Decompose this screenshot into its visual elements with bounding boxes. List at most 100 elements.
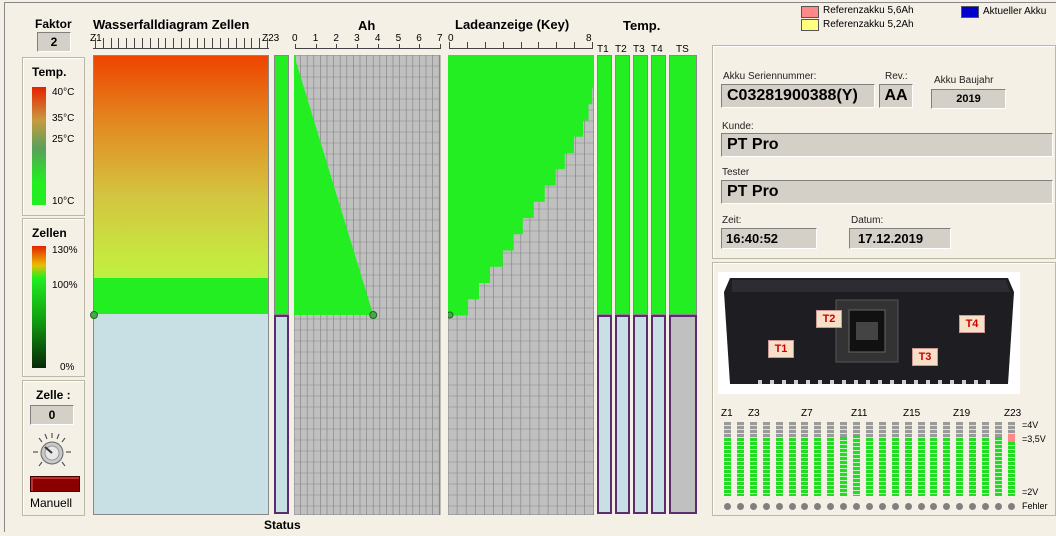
temp-tick-35: 35°C: [52, 113, 75, 124]
waterfall-axis-tick: [227, 38, 229, 48]
key-step-bar: [448, 168, 556, 186]
cell-voltage-bar: [917, 438, 925, 496]
key-step-bar: [448, 201, 534, 218]
waterfall-axis-end: Z23: [262, 33, 280, 44]
voltage-label-2v: =2V: [1022, 487, 1039, 497]
waterfall-axis-tick: [118, 38, 120, 48]
ah-axis-label: 2: [333, 33, 339, 44]
ah-axis-label: 6: [416, 33, 422, 44]
cell-voltage-bar: [994, 436, 1002, 496]
waterfall-temp-region: [94, 56, 268, 281]
zeit-label: Zeit:: [722, 215, 742, 226]
temp-col-bar: [597, 55, 612, 315]
rev-field[interactable]: AA: [879, 84, 913, 108]
key-step-bar: [448, 55, 594, 72]
cell-voltage-bar: [827, 438, 835, 496]
faktor-field[interactable]: 2: [37, 32, 71, 52]
cell-fehler-dot: [724, 503, 731, 510]
key-step-bar: [448, 152, 565, 170]
key-step-bar: [448, 282, 480, 300]
cell-voltage-bar: [736, 438, 744, 496]
waterfall-axis-tick: [181, 38, 182, 48]
temp-col-empty: [615, 315, 630, 514]
key-end-marker: [448, 311, 454, 319]
status-label: Status: [264, 518, 301, 532]
waterfall-axis-tick: [95, 38, 96, 48]
cell-voltage-bar: [762, 438, 770, 496]
cell-fehler-dot: [994, 503, 1002, 510]
cell-voltage-bar: [943, 438, 951, 496]
waterfall-marker-left: [90, 311, 98, 319]
zelle-knob-icon[interactable]: [32, 432, 72, 472]
tester-field[interactable]: PT Pro: [721, 180, 1053, 204]
cell-voltage-bar: [814, 438, 822, 496]
waterfall-axis-tick: [204, 38, 206, 48]
temp-col-bar: [669, 55, 697, 315]
cell-voltage-bar: [969, 438, 977, 496]
key-step-bar: [448, 185, 545, 202]
key-step-bar: [448, 120, 584, 137]
waterfall-axis-line: [93, 48, 269, 49]
key-step-bar: [448, 233, 514, 251]
voltage-label-fehler: Fehler: [1022, 501, 1048, 511]
zelle-field[interactable]: 0: [30, 405, 74, 425]
zellen-gradient-bar: [32, 246, 46, 368]
legend-current-label: Aktueller Akku: [983, 6, 1047, 17]
ladeanzeige-header: Ladeanzeige (Key): [455, 17, 570, 32]
ah-axis-line: [295, 48, 440, 49]
cell-voltage-bar: [982, 438, 989, 496]
cell-voltage-bar: [904, 438, 912, 496]
cell-voltage-bar: [956, 438, 964, 496]
temp-tick-40: 40°C: [52, 87, 75, 98]
battery-image: [718, 272, 1020, 394]
waterfall-axis-tick: [196, 38, 198, 48]
ah-axis-label: 7: [437, 33, 443, 44]
waterfall-axis-tick: [259, 38, 261, 48]
zellen-tick-130: 130%: [52, 245, 78, 256]
year-field[interactable]: 2019: [931, 89, 1006, 109]
cell-fehler-dot: [878, 503, 886, 510]
temp-gradient-bar: [32, 87, 46, 205]
voltage-label-35v: =3,5V: [1022, 434, 1046, 444]
cell-voltage-bar: [853, 435, 860, 496]
waterfall-axis-tick: [141, 38, 143, 48]
temp-col-label: T2: [615, 44, 627, 55]
key-step-bar: [448, 136, 574, 153]
status-bar-bottom: [274, 315, 289, 514]
ah-axis-label: 0: [292, 33, 298, 44]
zeit-field[interactable]: 16:40:52: [721, 228, 817, 249]
cell-voltage-bar: [775, 438, 783, 496]
datum-label: Datum:: [851, 215, 884, 226]
cell-voltage-bar: [930, 438, 938, 496]
waterfall-axis-tick: [243, 38, 245, 48]
ah-axis-label: 1: [312, 33, 319, 44]
waterfall-cells-region: [94, 278, 268, 314]
waterfall-chart: [93, 55, 269, 515]
temp-col-empty: [669, 315, 697, 514]
cell-voltage-bar-peak: [1007, 433, 1015, 442]
key-step-bar: [448, 250, 503, 267]
zellen-tick-100: 100%: [52, 280, 78, 291]
cell-voltage-bar: [1007, 433, 1015, 496]
waterfall-axis-tick: [110, 38, 112, 48]
waterfall-axis-tick: [188, 38, 190, 48]
cell-label-z15: Z15: [903, 408, 921, 419]
serial-field[interactable]: C03281900388(Y): [721, 84, 875, 108]
legend-ref52-label: Referenzakku 5,2Ah: [823, 19, 914, 30]
zelle-label: Zelle :: [36, 388, 71, 402]
rev-label: Rev.:: [885, 71, 908, 82]
serial-label: Akku Seriennummer:: [723, 71, 817, 82]
datum-field[interactable]: 17.12.2019: [849, 228, 951, 249]
cell-fehler-dot: [853, 503, 860, 510]
battery-label-t2: T2: [816, 310, 842, 328]
kunde-field[interactable]: PT Pro: [721, 133, 1053, 157]
temp-col-bar: [651, 55, 666, 315]
manuell-label: Manuell: [30, 496, 73, 510]
ah-axis-tick: [440, 44, 441, 49]
ah-header: Ah: [358, 18, 376, 33]
temp-col-empty: [651, 315, 666, 514]
battery-label-t1: T1: [768, 340, 794, 358]
waterfall-header: Wasserfalldiagram Zellen: [93, 17, 250, 32]
manuell-indicator[interactable]: [30, 476, 80, 492]
cell-voltage-bar: [840, 436, 848, 496]
